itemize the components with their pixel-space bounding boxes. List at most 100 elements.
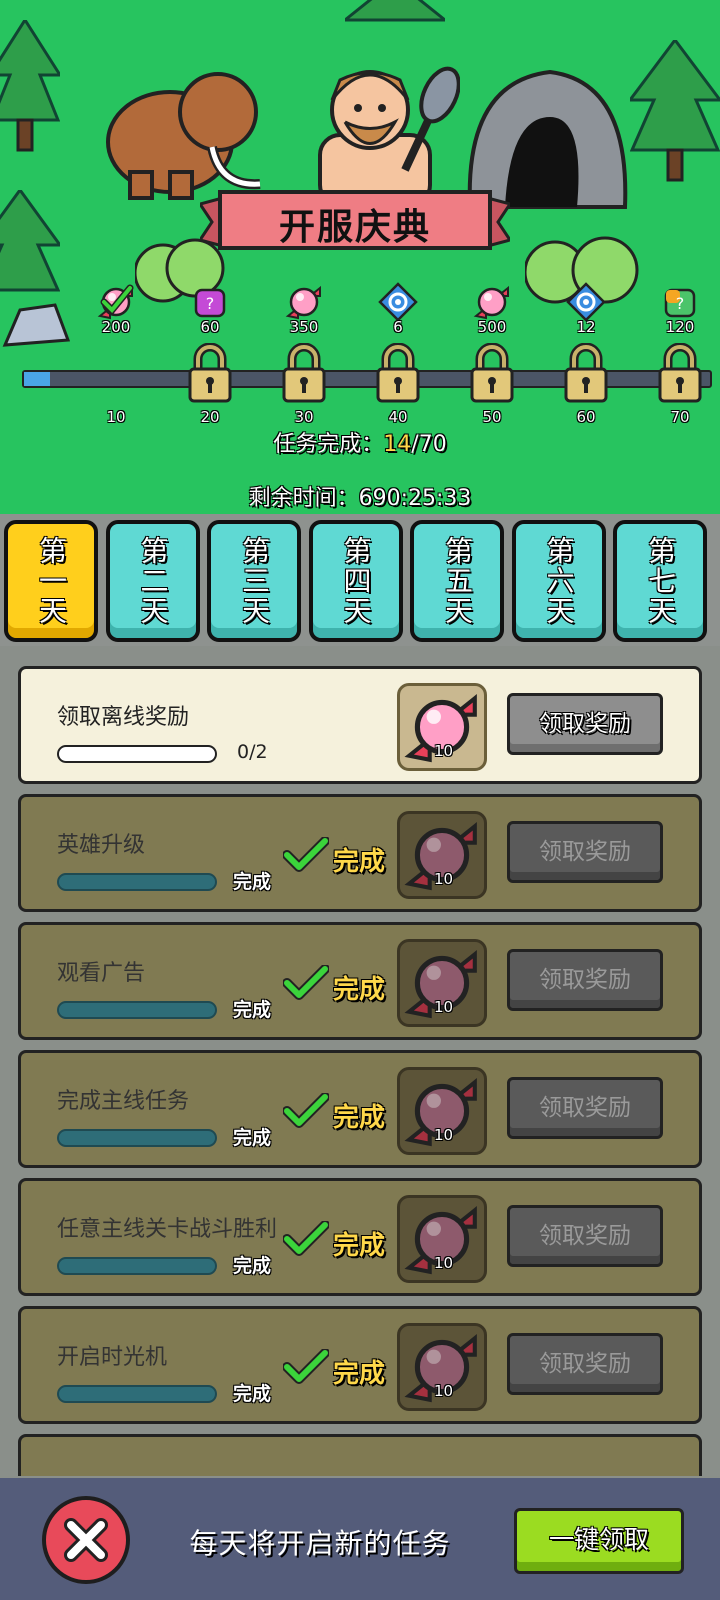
blue-swirl-gem-icon [378,282,418,322]
purple-mystery-box-icon: ? [190,282,230,322]
task-list[interactable]: 领取离线奖励 0/2 10 领取奖励 英雄升级 完成 完成 10 领取奖励 观看广告 完成 完成 10 领… [0,646,720,1476]
tab-label: 第二天 [136,536,170,626]
task-progress-bar [57,745,217,763]
claim-reward-button[interactable]: 领取奖励 [507,1077,663,1139]
mammoth-illustration [106,72,261,200]
milestone-reward[interactable]: 6 [373,282,423,336]
tab-day-6[interactable]: 第六天 [511,520,606,642]
claim-reward-button[interactable]: 领取奖励 [507,1333,663,1395]
task-name: 观看广告 [57,961,146,986]
task-count-line: 任务完成：14/70 [0,426,720,458]
claim-reward-button[interactable]: 领取奖励 [507,821,663,883]
reward-slot: 10 [397,1323,487,1411]
day-tabs: 第一天 第二天 第三天 第四天 第五天 第六天 第七天 [0,514,720,646]
tab-day-2[interactable]: 第二天 [105,520,200,642]
task-count-total: /70 [411,432,447,457]
task-complete-label: 完成 [233,1127,272,1149]
task-complete-badge: 完成 [333,1231,386,1261]
lock-icon [563,342,609,405]
reward-slot: 10 [397,939,487,1027]
milestone-reward[interactable]: ? 120 [655,282,705,336]
task-card: 任意主线关卡战斗胜利 完成 完成 10 领取奖励 [18,1178,702,1296]
claim-all-button[interactable]: 一键领取 [514,1508,684,1574]
lock-icon [375,342,421,405]
milestone-threshold: 40 [388,408,408,426]
milestone-threshold: 30 [294,408,314,426]
tab-day-4[interactable]: 第四天 [308,520,403,642]
tab-label: 第六天 [542,536,576,626]
task-progress-bar [57,1257,217,1275]
claim-reward-button[interactable]: 领取奖励 [507,1205,663,1267]
reward-quantity: 10 [434,870,454,888]
check-icon [282,1348,330,1385]
task-complete-label: 完成 [233,871,272,893]
task-complete-badge: 完成 [333,975,386,1005]
reward-quantity: 10 [434,1382,454,1400]
task-name: 开启时光机 [57,1345,168,1370]
milestone-reward[interactable]: ? 60 [185,282,235,336]
caveman-illustration [318,66,460,200]
reward-quantity: 10 [434,998,454,1016]
bottom-bar: 每天将开启新的任务 一键领取 [0,1478,720,1600]
tab-day-3[interactable]: 第三天 [207,520,301,642]
task-card: 英雄升级 完成 完成 10 领取奖励 [18,794,702,912]
task-card: 领取离线奖励 0/2 10 领取奖励 [18,666,702,784]
check-icon [282,1220,330,1257]
task-card: 观看广告 完成 完成 10 领取奖励 [18,922,702,1040]
rock-decoration [2,303,70,347]
check-icon [282,836,330,873]
task-complete-badge: 完成 [333,1103,386,1133]
reward-quantity: 10 [434,1254,454,1272]
task-card: 开启时光机 完成 完成 10 领取奖励 [18,1306,702,1424]
tab-label: 第一天 [35,536,68,626]
pink-candy-icon [472,282,512,322]
task-progress-bar [57,1001,217,1019]
task-complete-label: 完成 [233,1255,272,1277]
tab-label: 第四天 [339,536,373,626]
tab-label: 第五天 [441,536,474,626]
event-scene: 开服庆典 任务完成：14/70 剩余时间：690:25:33 200 10 ? 60 2… [0,0,720,520]
remaining-time-value: 690:25:33 [358,486,472,511]
event-title: 开服庆典 [278,207,431,248]
milestone-progress-fill [24,372,51,386]
lock-icon [469,342,515,405]
reward-slot: 10 [397,1067,487,1155]
pine-tree-decoration [0,20,60,152]
task-complete-badge: 完成 [333,1359,386,1389]
milestone-reward[interactable]: 200 [91,282,141,336]
remaining-time-label: 剩余时间： [248,486,359,511]
milestone-threshold: 10 [106,408,126,426]
pink-candy-checked-icon [96,282,136,322]
reward-slot: 10 [397,1195,487,1283]
milestone-reward[interactable]: 350 [279,282,329,336]
task-complete-badge: 完成 [333,847,386,877]
task-card: 完成主线任务 完成 完成 10 领取奖励 [18,1050,702,1168]
task-name: 任意主线关卡战斗胜利 [57,1217,278,1242]
task-progress-bar [57,873,217,891]
tab-label: 第三天 [238,536,271,626]
milestone-threshold: 70 [670,408,690,426]
blue-swirl-gem-icon [566,282,606,322]
milestone-threshold: 50 [482,408,502,426]
pink-candy-icon [284,282,324,322]
tab-day-1[interactable]: 第一天 [4,520,98,642]
pine-tree-decoration [345,0,445,22]
task-progress-bar [57,1385,217,1403]
reward-quantity: 10 [434,1126,454,1144]
claim-reward-button[interactable]: 领取奖励 [507,693,663,755]
milestone-threshold: 20 [200,408,220,426]
svg-text:?: ? [206,294,215,313]
tab-day-5[interactable]: 第五天 [410,520,504,642]
rainbow-mystery-box-icon: ? [660,282,700,322]
task-count-label: 任务完成： [273,432,384,457]
milestone-reward[interactable]: 12 [561,282,611,336]
svg-text:?: ? [676,294,685,313]
pine-tree-decoration [630,40,720,182]
milestone-reward[interactable]: 500 [467,282,517,336]
tab-day-7[interactable]: 第七天 [613,520,707,642]
task-count-done: 14 [383,432,412,457]
close-button[interactable] [42,1496,130,1584]
close-icon [64,1518,108,1562]
task-complete-label: 完成 [233,999,272,1021]
claim-reward-button[interactable]: 领取奖励 [507,949,663,1011]
